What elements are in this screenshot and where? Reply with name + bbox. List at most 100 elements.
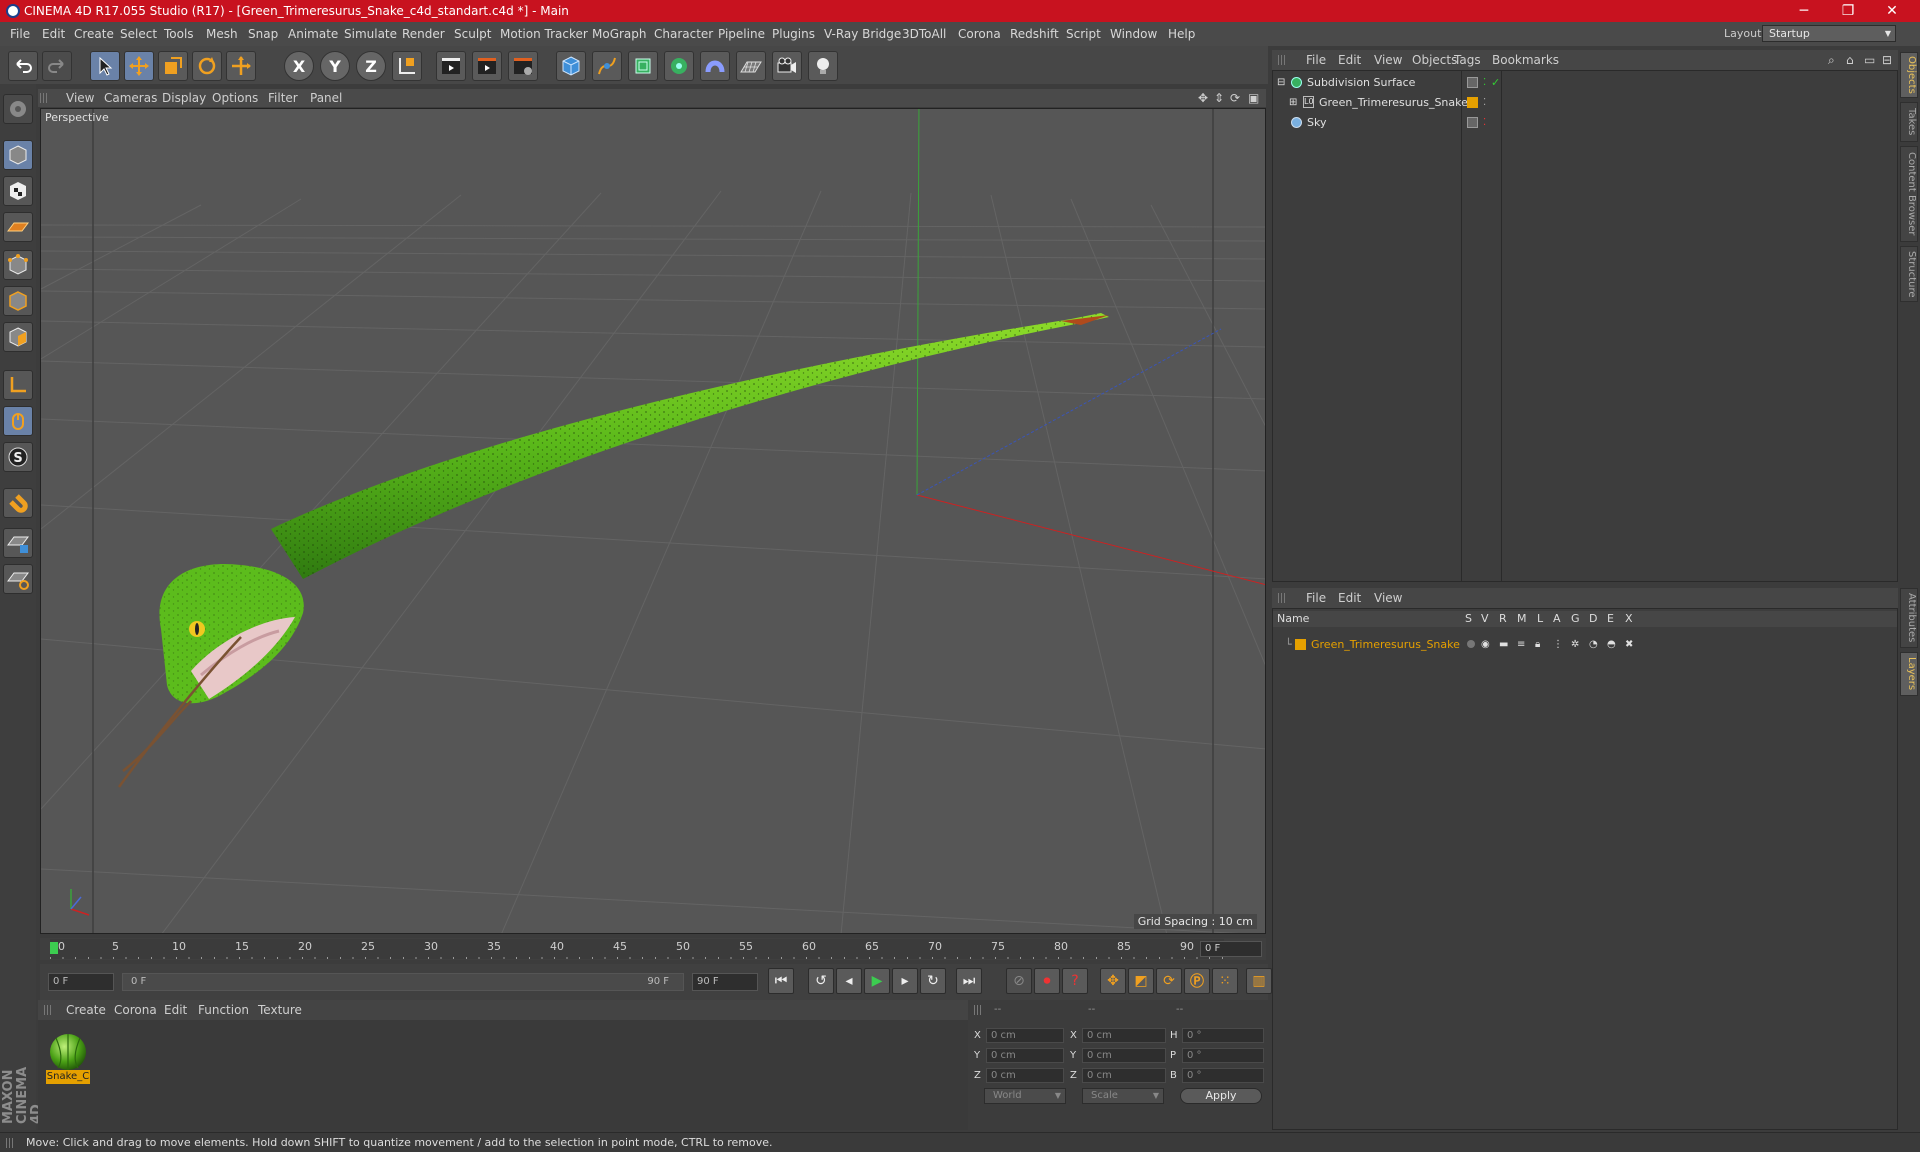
viewport-menu-panel[interactable]: Panel <box>310 89 342 107</box>
visibility-dots-icon[interactable]: ⁚ <box>1483 93 1486 112</box>
menu-sculpt[interactable]: Sculpt <box>454 22 491 46</box>
next-frame-button[interactable]: ▸ <box>892 968 918 994</box>
workplane-lock-button[interactable] <box>3 528 33 558</box>
snap-toggle-button[interactable]: S <box>3 442 33 472</box>
visibility-dots-icon[interactable]: ⁚ <box>1483 73 1486 92</box>
object-menu-view[interactable]: View <box>1374 50 1402 70</box>
magnet-snap-button[interactable] <box>3 488 33 518</box>
layer-menu-edit[interactable]: Edit <box>1338 588 1361 608</box>
menu-tools[interactable]: Tools <box>164 22 194 46</box>
layer-column-xref[interactable]: X <box>1625 611 1633 627</box>
tab-objects[interactable]: Objects <box>1900 52 1918 98</box>
tab-structure[interactable]: Structure <box>1900 246 1918 302</box>
object-menu-file[interactable]: File <box>1306 50 1326 70</box>
menu-vray-bridge[interactable]: V-Ray Bridge <box>824 22 901 46</box>
menu-plugins[interactable]: Plugins <box>772 22 815 46</box>
menu-corona[interactable]: Corona <box>958 22 1001 46</box>
layer-column-generators[interactable]: G <box>1571 611 1580 627</box>
viewport-maximize-icon[interactable]: ▣ <box>1248 89 1259 107</box>
tweak-mode-button[interactable] <box>3 406 33 436</box>
object-menu-objects[interactable]: Objects <box>1412 50 1457 70</box>
light-object-button[interactable] <box>808 51 838 81</box>
viewport-rotate-icon[interactable]: ⟳ <box>1230 89 1240 107</box>
menu-script[interactable]: Script <box>1066 22 1101 46</box>
minimize-button[interactable]: ─ <box>1782 0 1826 22</box>
menu-pipeline[interactable]: Pipeline <box>718 22 765 46</box>
expand-icon[interactable]: ⊟ <box>1882 50 1892 70</box>
go-to-start-button[interactable]: ⏮ <box>768 968 794 994</box>
cube-object-button[interactable] <box>556 51 586 81</box>
visibility-dots-icon[interactable]: ⁚ <box>1483 113 1486 132</box>
menu-window[interactable]: Window <box>1110 22 1157 46</box>
coordinate-mode-select[interactable]: World ▼ <box>984 1088 1066 1104</box>
material-menu-function[interactable]: Function <box>198 1000 249 1020</box>
menu-create[interactable]: Create <box>74 22 114 46</box>
tab-takes[interactable]: Takes <box>1900 102 1918 142</box>
material-swatch[interactable]: Snake_C <box>42 1022 90 1084</box>
layer-column-locked[interactable]: L <box>1537 611 1543 627</box>
rotation-b-field[interactable]: 0 ° <box>1182 1068 1264 1083</box>
workplane-mode-button[interactable] <box>3 212 33 242</box>
layout-select[interactable]: Startup ▼ <box>1762 25 1896 42</box>
menu-mograph[interactable]: MoGraph <box>592 22 647 46</box>
timeline-window-button[interactable]: ▥ <box>1246 968 1272 994</box>
keyframe-selection-button[interactable]: ? <box>1062 968 1088 994</box>
spline-pen-button[interactable] <box>592 51 622 81</box>
render-picture-viewer-button[interactable] <box>472 51 502 81</box>
autokey-button[interactable]: ⏺ <box>1034 968 1060 994</box>
viewport-dolly-icon[interactable]: ⇕ <box>1214 89 1224 107</box>
go-to-end-button[interactable]: ⏭ <box>956 968 982 994</box>
menu-render[interactable]: Render <box>402 22 445 46</box>
menu-snap[interactable]: Snap <box>248 22 278 46</box>
floor-object-button[interactable] <box>736 51 766 81</box>
object-menu-edit[interactable]: Edit <box>1338 50 1361 70</box>
render-clapper-icon[interactable]: ▬ <box>1499 635 1508 654</box>
layer-column-solo[interactable]: S <box>1465 611 1472 627</box>
size-x-field[interactable]: 0 cm <box>1082 1028 1166 1043</box>
deformer-icon[interactable]: ◔ <box>1589 635 1598 654</box>
tab-layers[interactable]: Layers <box>1900 652 1918 696</box>
home-icon[interactable]: ⌂ <box>1846 50 1854 70</box>
polygons-mode-button[interactable] <box>3 322 33 352</box>
frame-range-slider[interactable]: 0 F 90 F <box>122 973 684 991</box>
axis-mode-button[interactable] <box>3 370 33 400</box>
layer-color-icon[interactable] <box>1295 639 1306 650</box>
collapse-icon[interactable]: ⊟ <box>1277 73 1285 92</box>
new-window-icon[interactable]: ▭ <box>1864 50 1875 70</box>
point-level-key-button[interactable]: ⁙ <box>1212 968 1238 994</box>
coordinate-system-button[interactable] <box>392 51 422 81</box>
scale-key-button[interactable]: ◩ <box>1128 968 1154 994</box>
edges-mode-button[interactable] <box>3 286 33 316</box>
mograph-cloner-button[interactable] <box>664 51 694 81</box>
previous-frame-button[interactable]: ◂ <box>836 968 862 994</box>
axis-x-lock-button[interactable]: X <box>284 51 314 81</box>
generator-icon[interactable]: ✲ <box>1571 635 1579 654</box>
menu-select[interactable]: Select <box>120 22 157 46</box>
search-icon[interactable]: ⌕ <box>1828 50 1835 70</box>
current-frame-field[interactable]: 0 F <box>1200 941 1262 957</box>
size-y-field[interactable]: 0 cm <box>1082 1048 1166 1063</box>
move-tool-button[interactable] <box>124 51 154 81</box>
tab-attributes[interactable]: Attributes <box>1900 588 1918 648</box>
object-row[interactable]: Sky ⁚ <box>1273 113 1897 132</box>
position-z-field[interactable]: 0 cm <box>986 1068 1064 1083</box>
close-button[interactable]: ✕ <box>1870 0 1914 22</box>
end-frame-field[interactable]: 90 F <box>692 973 758 991</box>
layer-column-deformers[interactable]: D <box>1589 611 1597 627</box>
object-row[interactable]: ⊞ L0 Green_Trimeresurus_Snake ⁚ <box>1273 93 1897 112</box>
playhead[interactable] <box>50 942 58 954</box>
menu-animate[interactable]: Animate <box>288 22 338 46</box>
render-settings-button[interactable] <box>508 51 538 81</box>
enabled-check-icon[interactable]: ✓ <box>1491 73 1500 92</box>
redo-button[interactable] <box>42 51 72 81</box>
menu-simulate[interactable]: Simulate <box>344 22 397 46</box>
model-mode-button[interactable] <box>3 140 33 170</box>
eye-icon[interactable]: ◉ <box>1481 635 1490 654</box>
camera-object-button[interactable] <box>772 51 802 81</box>
lock-icon[interactable]: 🔒︎ <box>1535 635 1540 654</box>
object-menu-bookmarks[interactable]: Bookmarks <box>1492 50 1559 70</box>
maximize-button[interactable]: ❐ <box>1826 0 1870 22</box>
manager-list-icon[interactable]: ≡ <box>1517 635 1525 654</box>
rotation-h-field[interactable]: 0 ° <box>1182 1028 1264 1043</box>
deformer-button[interactable] <box>700 51 730 81</box>
